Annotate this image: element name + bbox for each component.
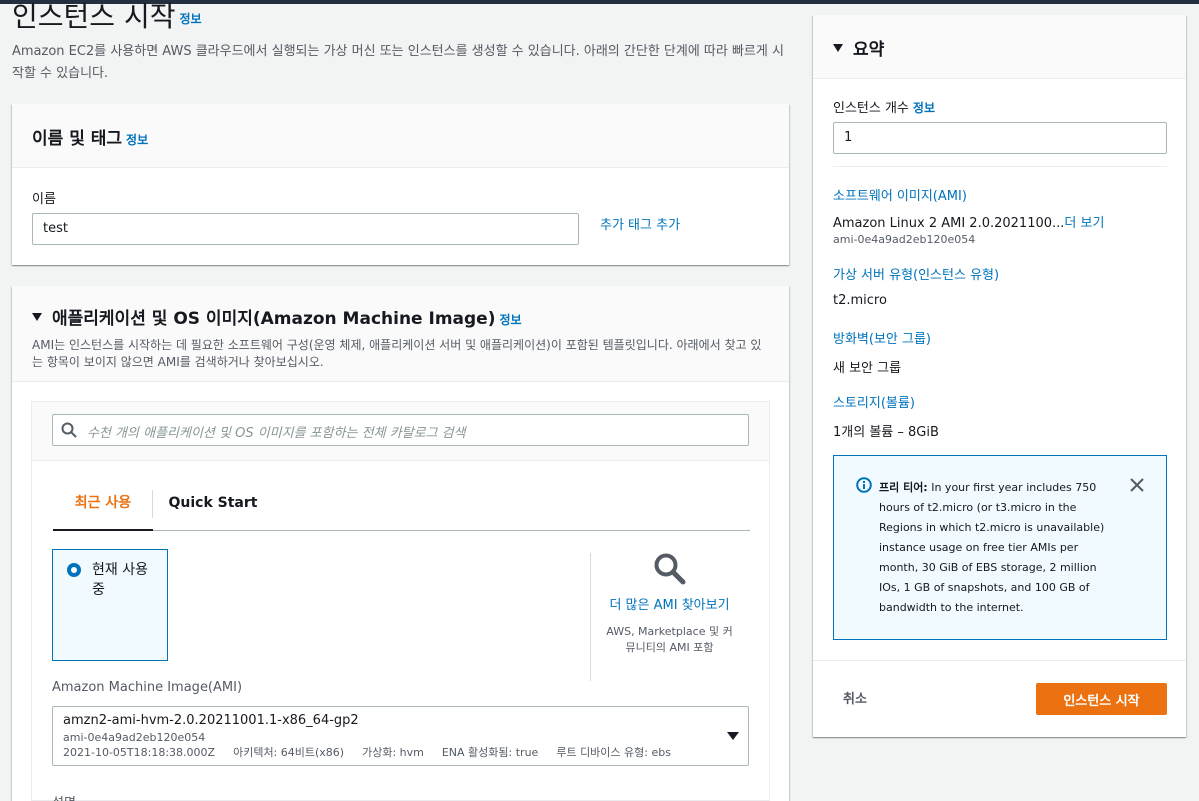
firewall-value: 새 보안 그룹 (833, 361, 902, 376)
name-tags-header: 이름 및 태그 정보 (12, 104, 789, 168)
cancel-button[interactable]: 취소 (843, 688, 867, 707)
instance-count-input[interactable]: 1 (833, 122, 1167, 154)
browse-more-ami-link[interactable]: 더 많은 AMI 찾아보기 (602, 596, 737, 616)
collapse-caret-icon[interactable] (833, 44, 843, 52)
more-link[interactable]: 더 보기 (1064, 216, 1104, 231)
name-tags-title: 이름 및 태그 (32, 129, 123, 149)
summary-title: 요약 (853, 40, 885, 60)
browse-more-ami-sub: AWS, Marketplace 및 커뮤니티의 AMI 포함 (606, 625, 733, 654)
search-placeholder: 수천 개의 애플리케이션 및 OS 이미지를 포함하는 전체 카탈로그 검색 (87, 426, 466, 441)
current-ami-card[interactable]: 현재 사용 중 (52, 549, 168, 661)
name-tags-info-link[interactable]: 정보 (126, 133, 148, 147)
storage-section: 스토리지(볼륨) 1개의 볼륨 – 8GiB (833, 392, 939, 440)
divider (813, 660, 1186, 661)
server-type-value: t2.micro (833, 293, 887, 308)
software-image-value: Amazon Linux 2 AMI 2.0.2021100...더 보기 (833, 212, 1104, 231)
add-tags-link[interactable]: 추가 태그 추가 (600, 214, 680, 233)
ami-select-label: Amazon Machine Image(AMI) (52, 680, 243, 695)
instance-count-section: 인스턴스 개수 정보 (833, 97, 935, 116)
search-icon (61, 422, 77, 438)
ami-meta: 2021-10-05T18:18:38.000Z 아키텍처: 64비트(x86) 가… (63, 745, 738, 761)
software-image-section: 소프트웨어 이미지(AMI) Amazon Linux 2 AMI 2.0.20… (833, 185, 1104, 246)
software-image-id: ami-0e4a9ad2eb120e054 (833, 233, 976, 246)
ami-title: 애플리케이션 및 OS 이미지(Amazon Machine Image) (52, 309, 496, 329)
ami-panel: 애플리케이션 및 OS 이미지(Amazon Machine Image) 정보 … (12, 286, 789, 801)
collapse-caret-icon[interactable] (32, 313, 42, 321)
instance-count-info-link[interactable]: 정보 (913, 101, 935, 115)
free-tier-body: In your first year includes 750 hours of… (879, 481, 1105, 614)
ami-info-link[interactable]: 정보 (499, 313, 521, 327)
server-type-link[interactable]: 가상 서버 유형(인스턴스 유형) (833, 264, 999, 283)
selected-radio[interactable] (67, 563, 81, 577)
ami-description: AMI는 인스턴스를 시작하는 데 필요한 소프트웨어 구성(운영 체제, 애플… (32, 338, 762, 369)
free-tier-title: 프리 티어: (879, 481, 928, 494)
software-image-link[interactable]: 소프트웨어 이미지(AMI) (833, 185, 1104, 204)
ami-select[interactable]: amzn2-ami-hvm-2.0.20211001.1-x86_64-gp2 … (52, 706, 749, 766)
current-ami-label: 현재 사용 중 (92, 562, 148, 598)
ami-virt: 가상화: hvm (362, 746, 424, 759)
divider (590, 553, 591, 681)
info-icon (856, 477, 872, 493)
page-title-text: 인스턴스 시작 (12, 0, 176, 33)
storage-value: 1개의 볼륨 – 8GiB (833, 425, 939, 440)
launch-instance-button[interactable]: 인스턴스 시작 (1036, 683, 1167, 715)
divider (833, 166, 1167, 167)
summary-header: 요약 (813, 15, 1186, 79)
ami-ena: ENA 활성화됨: true (441, 746, 539, 759)
ami-name: amzn2-ami-hvm-2.0.20211001.1-x86_64-gp2 (63, 713, 359, 728)
tab-quick-start[interactable]: Quick Start (153, 482, 273, 531)
instance-count-label: 인스턴스 개수 (833, 101, 909, 116)
ami-description-label: 설명 (52, 792, 76, 801)
tab-recent[interactable]: 최근 사용 (53, 482, 153, 531)
storage-link[interactable]: 스토리지(볼륨) (833, 392, 939, 411)
name-input[interactable]: test (32, 213, 579, 245)
firewall-link[interactable]: 방화벽(보안 그룹) (833, 328, 931, 347)
ami-root: 루트 디바이스 유형: ebs (556, 746, 671, 759)
summary-panel: 요약 인스턴스 개수 정보 1 소프트웨어 이미지(AMI) Amazon Lin… (813, 15, 1186, 737)
close-icon[interactable] (1130, 478, 1144, 492)
server-type-section: 가상 서버 유형(인스턴스 유형) t2.micro (833, 264, 999, 308)
software-image-name: Amazon Linux 2 AMI 2.0.2021100... (833, 216, 1065, 231)
ami-date: 2021-10-05T18:18:38.000Z (63, 746, 216, 759)
ami-search-input[interactable]: 수천 개의 애플리케이션 및 OS 이미지를 포함하는 전체 카탈로그 검색 (52, 414, 749, 446)
ami-search-zone: 수천 개의 애플리케이션 및 OS 이미지를 포함하는 전체 카탈로그 검색 (32, 402, 769, 461)
magnifier-icon (654, 553, 685, 585)
firewall-section: 방화벽(보안 그룹) 새 보안 그룹 (833, 328, 931, 376)
chevron-down-icon[interactable] (727, 732, 739, 740)
ami-selector: 수천 개의 애플리케이션 및 OS 이미지를 포함하는 전체 카탈로그 검색 최… (31, 401, 770, 801)
ami-id: ami-0e4a9ad2eb120e054 (63, 731, 206, 744)
tab-divider (152, 490, 153, 518)
name-label: 이름 (32, 192, 56, 207)
name-tags-panel: 이름 및 태그 정보 이름 test 추가 태그 추가 (12, 104, 789, 265)
free-tier-alert: 프리 티어: In your first year includes 750 h… (833, 455, 1167, 640)
browse-more-ami[interactable]: 더 많은 AMI 찾아보기 AWS, Marketplace 및 커뮤니티의 A… (602, 552, 737, 656)
page-info-link[interactable]: 정보 (179, 12, 201, 26)
ami-tabs: 최근 사용 Quick Start (53, 482, 750, 531)
page-title: 인스턴스 시작 정보 (12, 0, 202, 36)
free-tier-text: 프리 티어: In your first year includes 750 h… (879, 478, 1119, 618)
ami-arch: 아키텍처: 64비트(x86) (233, 746, 345, 759)
ami-header: 애플리케이션 및 OS 이미지(Amazon Machine Image) 정보 … (12, 286, 789, 382)
page-description: Amazon EC2를 사용하면 AWS 클라우드에서 실행되는 가상 머신 또… (12, 44, 784, 81)
